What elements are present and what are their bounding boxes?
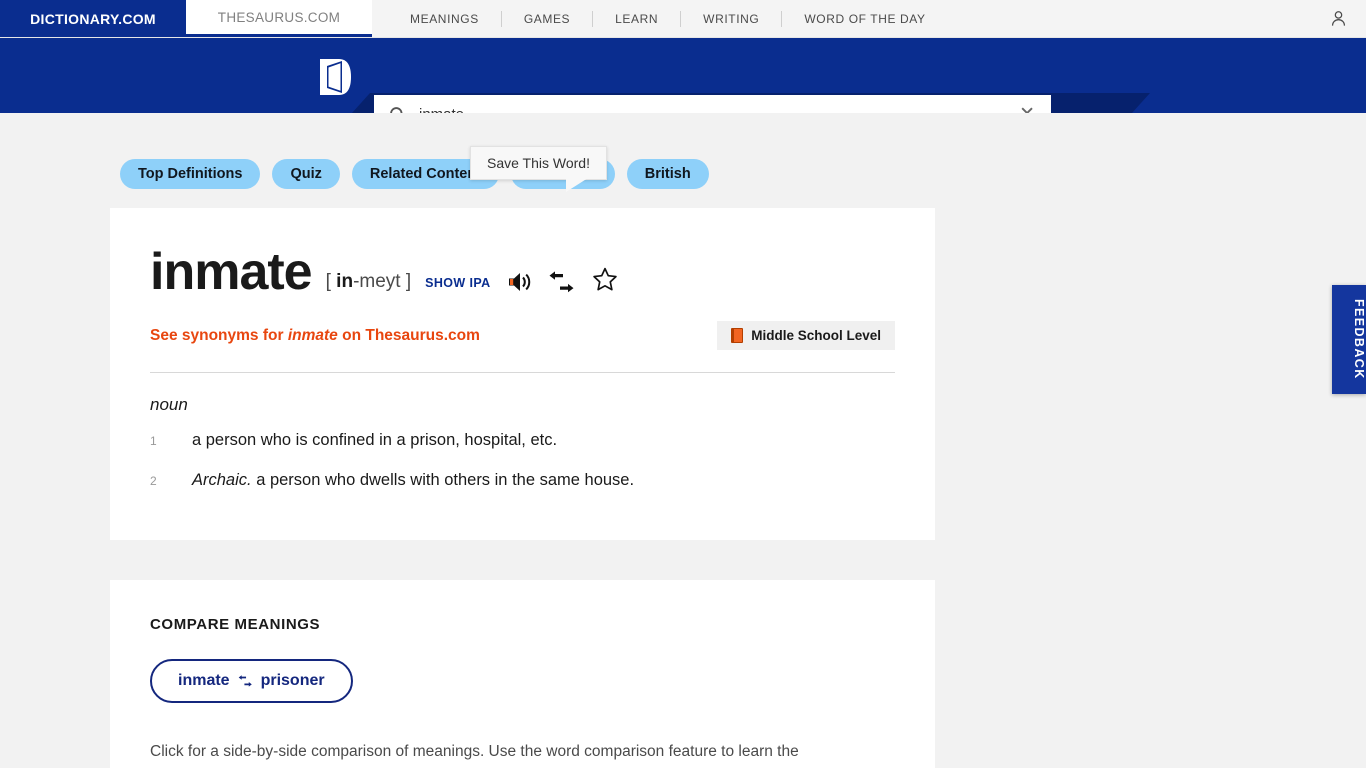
definition-list: 1 a person who is confined in a prison, …	[150, 429, 895, 492]
pron-stressed-syllable: in	[336, 271, 354, 292]
divider	[150, 372, 895, 373]
nav-item-meanings[interactable]: MEANINGS	[388, 0, 501, 38]
dictionary-d-logo[interactable]	[318, 56, 352, 98]
save-word-tooltip: Save This Word!	[470, 146, 607, 192]
feedback-tab-label: FEEDBACK	[1352, 299, 1366, 380]
compare-words-button[interactable]	[549, 271, 575, 298]
search-box[interactable]: ✕	[374, 95, 1051, 113]
tab-thesaurus[interactable]: THESAURUS.COM	[186, 0, 372, 37]
audio-play-button[interactable]	[507, 271, 533, 298]
compare-word-b: prisoner	[260, 671, 325, 689]
status-badge: Middle School Level	[717, 321, 895, 350]
list-item: 2 Archaic. a person who dwells with othe…	[150, 469, 895, 491]
save-word-button[interactable]	[591, 266, 619, 298]
compare-arrows-icon	[549, 271, 574, 293]
synonyms-word: inmate	[287, 326, 338, 344]
compare-pair-button[interactable]: inmate prisoner	[150, 658, 353, 703]
definition-body: a person who dwells with others in the s…	[251, 471, 635, 490]
definition-number: 1	[150, 434, 157, 448]
pron-remainder: -meyt	[353, 271, 406, 292]
pill-top-definitions[interactable]: Top Definitions	[120, 159, 261, 189]
synonyms-prefix: See synonyms for	[150, 326, 288, 344]
definition-text: Archaic. a person who dwells with others…	[192, 469, 634, 491]
section-pill-nav: Top Definitions Quiz Related Content Exa…	[0, 113, 1366, 189]
compare-meanings-caption: Click for a side-by-side comparison of m…	[150, 742, 799, 768]
thesaurus-synonyms-link[interactable]: See synonyms for inmate on Thesaurus.com	[150, 327, 480, 345]
pill-british[interactable]: British	[626, 159, 709, 189]
nav-item-writing[interactable]: WRITING	[681, 0, 781, 38]
tab-thesaurus-label: THESAURUS.COM	[217, 9, 341, 25]
nav-item-word-of-the-day[interactable]: WORD OF THE DAY	[782, 0, 947, 38]
definition-number: 2	[150, 474, 157, 489]
synonyms-and-level-row: See synonyms for inmate on Thesaurus.com…	[150, 321, 895, 350]
definition-text: a person who is confined in a prison, ho…	[192, 431, 558, 449]
feedback-tab[interactable]: FEEDBACK	[1332, 285, 1366, 394]
list-item: 1 a person who is confined in a prison, …	[150, 429, 895, 451]
compare-arrows-icon	[238, 674, 252, 687]
book-icon	[731, 328, 744, 343]
pronunciation: [ in-meyt ]	[326, 271, 412, 298]
page-body: Top Definitions Quiz Related Content Exa…	[0, 113, 1366, 768]
page-title: inmate	[150, 243, 313, 301]
level-badge-label: Middle School Level	[751, 328, 881, 343]
user-account-icon	[1331, 11, 1346, 26]
compare-meanings-title: COMPARE MEANINGS	[150, 615, 321, 633]
save-word-tooltip-label: Save This Word!	[487, 155, 590, 171]
headword-row: inmate [ in-meyt ] SHOW IPA	[150, 246, 895, 298]
search-band: ✕	[0, 38, 1366, 113]
nav-item-games[interactable]: GAMES	[502, 0, 592, 38]
pron-close-bracket: ]	[405, 271, 412, 292]
speaker-audio-icon	[508, 273, 530, 291]
pron-open-bracket: [	[325, 271, 337, 292]
top-navigation-bar: DICTIONARY.COM THESAURUS.COM MEANINGS GA…	[0, 0, 1366, 38]
tab-dictionary-label: DICTIONARY.COM	[30, 10, 156, 27]
tab-dictionary[interactable]: DICTIONARY.COM	[0, 0, 186, 37]
search-input[interactable]	[407, 105, 1016, 113]
pill-quiz[interactable]: Quiz	[272, 159, 340, 189]
clear-search-button[interactable]: ✕	[1015, 103, 1039, 114]
part-of-speech: noun	[150, 395, 188, 414]
compare-word-a: inmate	[178, 671, 230, 689]
search-icon	[388, 105, 407, 113]
definition-label: Archaic.	[192, 471, 252, 490]
account-button[interactable]	[1329, 0, 1366, 37]
synonyms-site: Thesaurus.com	[365, 326, 480, 344]
show-ipa-button[interactable]: SHOW IPA	[425, 276, 490, 298]
star-save-icon	[592, 267, 617, 291]
synonyms-mid: on	[337, 326, 366, 344]
compare-meanings-card: COMPARE MEANINGS inmate prisoner Click f…	[110, 579, 935, 768]
definition-card: Save This Word! inmate [ in-meyt ] SHOW …	[110, 146, 935, 540]
nav-item-learn[interactable]: LEARN	[593, 0, 680, 38]
primary-nav-links: MEANINGS GAMES LEARN WRITING WORD OF THE…	[372, 0, 1329, 37]
